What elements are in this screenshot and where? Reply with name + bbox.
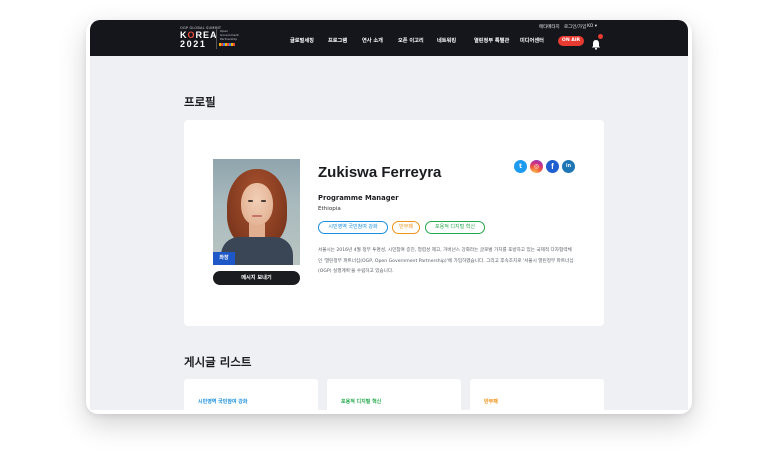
summit-logo[interactable]: OGP GLOBAL SUMMIT KOREA 2021 Open Govern… <box>180 26 239 52</box>
role-badge: 좌장 <box>213 252 235 265</box>
nav-item-3[interactable]: 연사 소개 <box>362 37 383 44</box>
nav-item-4[interactable]: 오픈 이고리 <box>398 37 424 44</box>
post-card[interactable]: 반부패 <box>470 379 604 410</box>
facebook-icon[interactable]: f <box>546 160 559 173</box>
utility-link-login[interactable]: 로그인/가입 <box>564 24 586 30</box>
notification-badge <box>598 34 603 39</box>
tag-digital-innovation[interactable]: 포용적 디지털 혁신 <box>425 221 485 234</box>
ogp-partner-mark: Open Government Partnership <box>216 29 239 49</box>
speaker-title: Programme Manager <box>318 194 399 202</box>
post-card[interactable]: 시민영역 국민참여 강화 <box>184 379 318 410</box>
chevron-down-icon: ▾ <box>594 24 597 29</box>
logo-color-bars <box>219 43 235 46</box>
linkedin-icon[interactable]: in <box>562 160 575 173</box>
nav-item-1[interactable]: 글로벌세칭 <box>290 37 314 44</box>
profile-card: 좌장 메시지 보내기 Zukiswa Ferreyra Programme Ma… <box>184 120 604 326</box>
nav-item-2[interactable]: 프로그램 <box>328 37 347 44</box>
profile-heading: 프로필 <box>184 95 216 109</box>
language-selector[interactable]: KO ▾ <box>587 24 597 29</box>
post-category: 반부패 <box>484 399 498 405</box>
bell-icon <box>592 40 600 50</box>
twitter-icon[interactable]: t <box>514 160 527 173</box>
posts-heading: 게시글 리스트 <box>184 355 252 369</box>
instagram-icon[interactable]: ◎ <box>530 160 543 173</box>
speaker-bio: 서울시는 2016년 4월 정부 투명성, 시민참여 증진, 청렴성 제고, 거… <box>318 248 574 274</box>
post-category: 시민영역 국민참여 강화 <box>198 399 248 405</box>
tag-civic-participation[interactable]: 시민영역 국민참여 강화 <box>318 221 388 234</box>
nav-item-6[interactable]: 열린정부 특별관 <box>474 37 509 44</box>
on-air-button[interactable]: ON AIR <box>558 36 584 46</box>
notification-button[interactable] <box>591 34 603 50</box>
top-navigation-bar: OGP GLOBAL SUMMIT KOREA 2021 Open Govern… <box>90 20 688 56</box>
post-category: 포용적 디지털 혁신 <box>341 399 382 405</box>
device-frame: OGP GLOBAL SUMMIT KOREA 2021 Open Govern… <box>86 20 692 414</box>
speaker-name: Zukiswa Ferreyra <box>318 164 442 181</box>
send-message-button[interactable]: 메시지 보내기 <box>213 271 300 285</box>
nav-item-7[interactable]: 미디어센터 <box>520 37 544 44</box>
utility-link-1[interactable]: 메타메타지 <box>539 24 560 30</box>
logo-year: 2021 <box>180 39 207 49</box>
speaker-country: Ethiopia <box>318 206 341 212</box>
profile-photo <box>213 159 300 265</box>
tag-anti-corruption[interactable]: 반부패 <box>392 221 420 234</box>
nav-item-5[interactable]: 네트워킹 <box>437 37 456 44</box>
browser-screen: OGP GLOBAL SUMMIT KOREA 2021 Open Govern… <box>90 20 688 410</box>
post-card[interactable]: 포용적 디지털 혁신 <box>327 379 461 410</box>
